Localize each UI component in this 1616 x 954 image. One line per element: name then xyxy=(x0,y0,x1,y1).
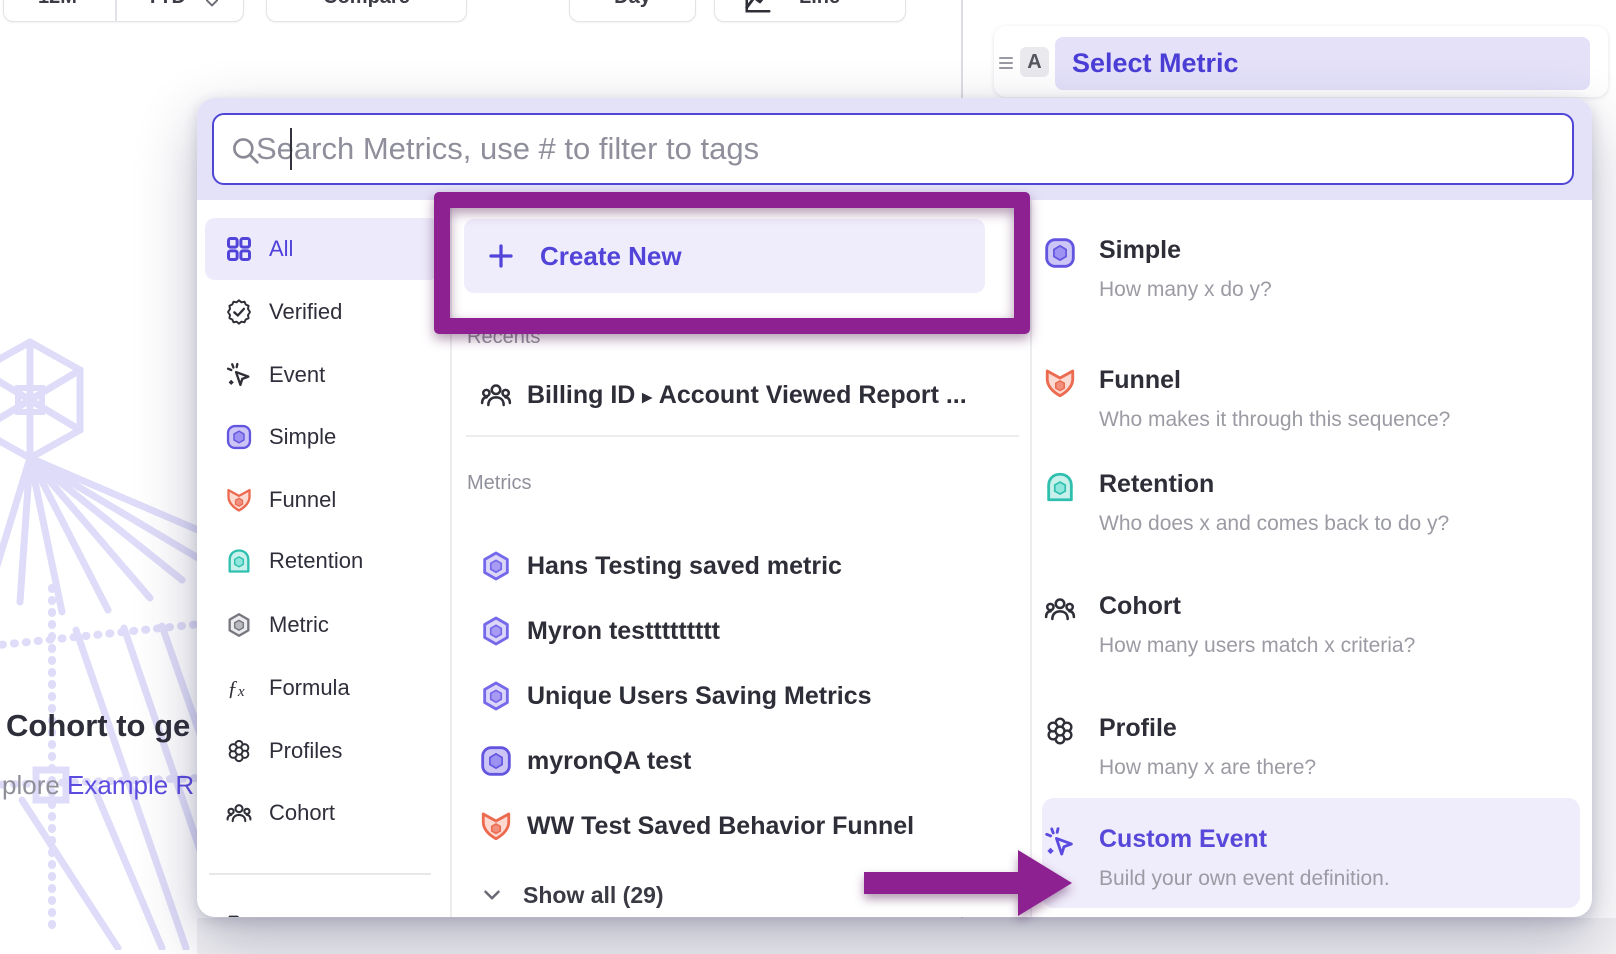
retention-icon xyxy=(1043,470,1077,504)
metric-type-simple[interactable]: SimpleHow many x do y? xyxy=(1043,236,1578,302)
tag-icon xyxy=(225,912,253,917)
verified-icon xyxy=(225,298,253,326)
search-box[interactable] xyxy=(212,113,1574,185)
metrics-section-label: Metrics xyxy=(467,472,531,495)
sidebar-item-simple[interactable]: Simple xyxy=(205,406,439,468)
funnel-icon xyxy=(479,809,513,843)
grid-icon xyxy=(225,235,253,263)
wireframe-illustration xyxy=(0,330,200,950)
background-explore-text: plore Example R xyxy=(2,770,194,801)
compare-button[interactable]: Compare xyxy=(266,0,467,22)
recent-primary: Billing ID xyxy=(527,381,635,409)
segment-divider xyxy=(115,0,117,21)
sidebar-item-tags[interactable]: Tags xyxy=(205,895,439,917)
chevron-down-icon xyxy=(202,0,222,13)
sidebar-item-verified[interactable]: Verified xyxy=(205,281,439,343)
sidebar-item-metric[interactable]: Metric xyxy=(205,594,439,656)
sidebar-divider xyxy=(209,873,431,875)
simple-icon xyxy=(479,744,513,778)
profiles-icon xyxy=(225,737,253,765)
line-chart-icon xyxy=(743,0,773,15)
sidebar-item-cohort[interactable]: Cohort xyxy=(205,782,439,844)
simple-icon xyxy=(1043,236,1077,270)
search-icon xyxy=(230,135,262,167)
formula-icon xyxy=(225,674,253,702)
text-caret xyxy=(290,128,292,170)
metric-row-card: A Select Metric xyxy=(994,26,1608,97)
search-strip xyxy=(197,98,1592,200)
metric-type-cohort[interactable]: CohortHow many users match x criteria? xyxy=(1043,592,1578,658)
search-input[interactable] xyxy=(256,131,1572,167)
sidebar-item-formula[interactable]: Formula xyxy=(205,657,439,719)
metric-type-retention[interactable]: RetentionWho does x and comes back to do… xyxy=(1043,470,1578,536)
simple-icon xyxy=(225,423,253,451)
metric-icon xyxy=(225,611,253,639)
series-a-badge: A xyxy=(1020,47,1049,77)
saved-metric-icon xyxy=(479,549,513,583)
metric-list-item[interactable]: Myron testtttttttt xyxy=(479,600,1019,662)
drag-handle-icon[interactable] xyxy=(999,54,1013,72)
recent-secondary: Account Viewed Report ... xyxy=(659,381,967,409)
breadcrumb-arrow: ▸ xyxy=(642,387,652,408)
chart-type-line-button[interactable]: Line xyxy=(714,0,906,22)
metric-type-profile[interactable]: ProfileHow many x are there? xyxy=(1043,714,1578,780)
column-divider xyxy=(1030,200,1032,917)
sidebar-item-event[interactable]: Event xyxy=(205,344,439,406)
profiles-icon xyxy=(1043,714,1077,748)
saved-metric-icon xyxy=(479,679,513,713)
sidebar-item-all[interactable]: All xyxy=(205,218,439,280)
sidebar-item-profiles[interactable]: Profiles xyxy=(205,720,439,782)
saved-metric-icon xyxy=(479,614,513,648)
interval-day-button[interactable]: Day xyxy=(569,0,696,22)
cohort-icon xyxy=(225,799,253,827)
sidebar-item-funnel[interactable]: Funnel xyxy=(205,469,439,531)
example-reports-link[interactable]: Example R xyxy=(67,770,194,800)
select-metric-pill[interactable]: Select Metric xyxy=(1055,37,1590,90)
background-headline-fragment: Cohort to ge xyxy=(6,708,190,744)
range-ytd-button[interactable]: YTD xyxy=(146,0,186,9)
metric-list-item[interactable]: Unique Users Saving Metrics xyxy=(479,665,1019,727)
cohort-icon xyxy=(479,378,513,412)
metric-list-item[interactable]: Hans Testing saved metric xyxy=(479,535,1019,597)
cohort-icon xyxy=(1043,592,1077,626)
metric-type-funnel[interactable]: FunnelWho makes it through this sequence… xyxy=(1043,366,1578,432)
retention-icon xyxy=(225,547,253,575)
date-range-segmented-control[interactable]: 12M YTD xyxy=(3,0,244,22)
recent-item-billing[interactable]: Billing ID ▸ Account Viewed Report ... xyxy=(479,364,1019,426)
range-12m-button[interactable]: 12M xyxy=(38,0,77,9)
funnel-icon xyxy=(225,486,253,514)
annotation-highlight-rectangle xyxy=(434,192,1030,334)
sidebar-item-retention[interactable]: Retention xyxy=(205,530,439,592)
event-icon xyxy=(225,361,253,389)
chevron-down-icon xyxy=(479,882,505,908)
metric-type-custom-event[interactable]: Custom EventBuild your own event definit… xyxy=(1043,825,1578,891)
middle-divider xyxy=(466,435,1019,437)
metric-list-item[interactable]: myronQA test xyxy=(479,730,1019,792)
funnel-icon xyxy=(1043,366,1077,400)
explore-prefix: plore xyxy=(2,770,67,800)
annotation-arrow xyxy=(858,840,1074,926)
